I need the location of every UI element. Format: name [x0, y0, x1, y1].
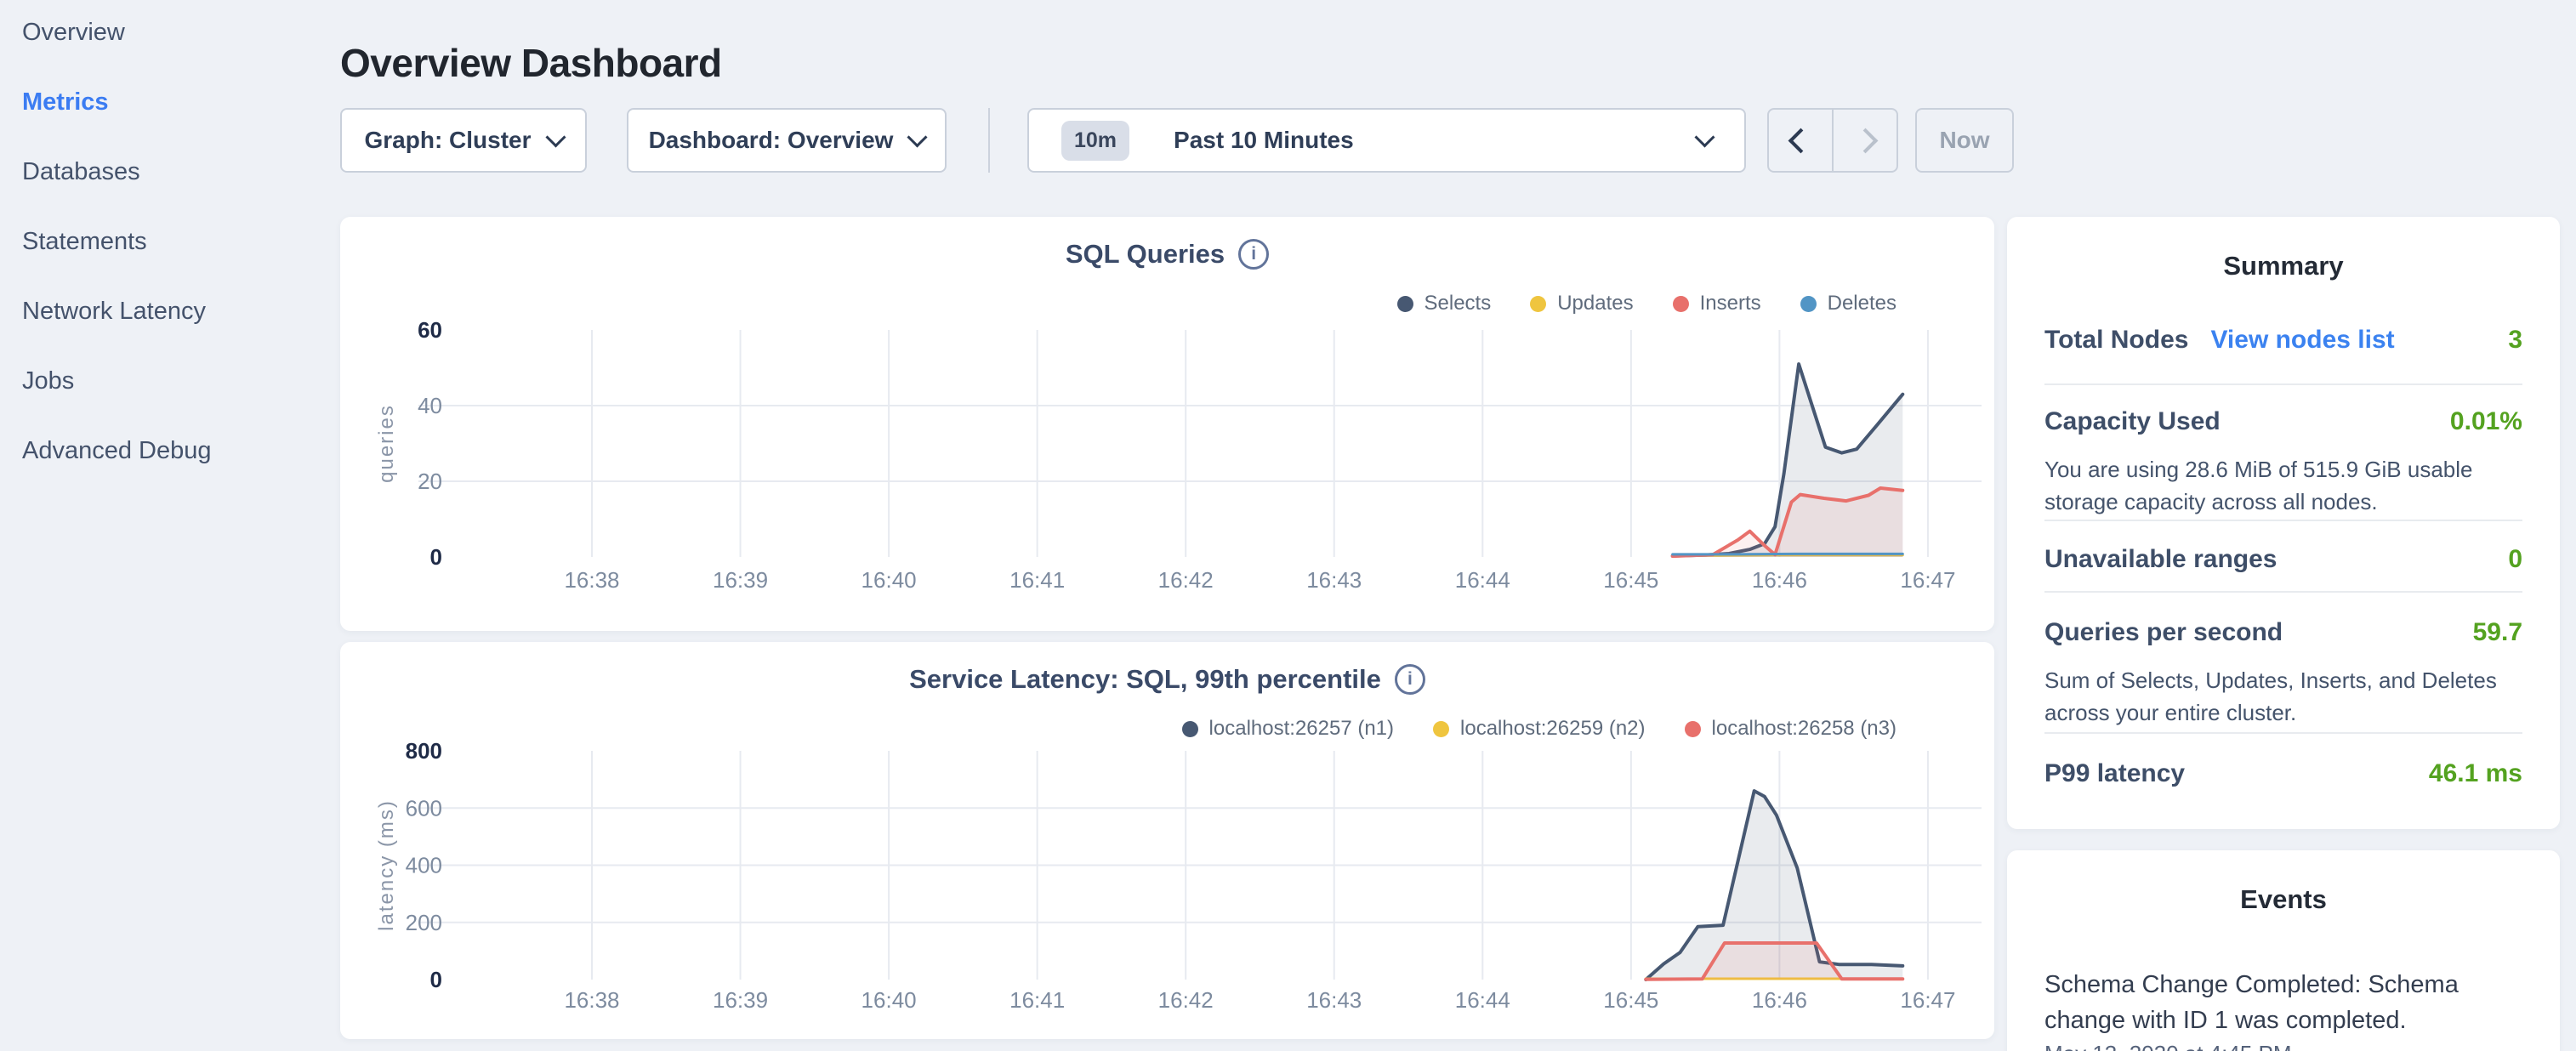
summary-row-value: 3 — [2508, 326, 2522, 355]
graph-scope-dropdown-label: Graph: Cluster — [364, 127, 531, 154]
dashboard-dropdown[interactable]: Dashboard: Overview — [627, 108, 947, 173]
svg-text:600: 600 — [406, 795, 442, 821]
svg-text:16:44: 16:44 — [1455, 987, 1510, 1013]
svg-text:200: 200 — [406, 910, 442, 935]
summary-row-total-nodes: Total Nodes View nodes list 3 — [2044, 326, 2522, 355]
svg-text:16:41: 16:41 — [1009, 567, 1065, 593]
events-panel: Events Schema Change Completed: Schema c… — [2007, 850, 2560, 1051]
sidebar-item-overview[interactable]: Overview — [22, 17, 340, 48]
dashboard-dropdown-label: Dashboard: Overview — [649, 127, 894, 154]
svg-text:queries: queries — [375, 404, 398, 483]
summary-row-description: You are using 28.6 MiB of 515.9 GiB usab… — [2044, 453, 2522, 518]
sql-queries-chart-card: SQL Queries i SelectsUpdatesInsertsDelet… — [340, 217, 1994, 631]
summary-row-queries-per-second: Queries per second 59.7 — [2044, 618, 2522, 647]
summary-row-capacity-used: Capacity Used 0.01% — [2044, 407, 2522, 436]
time-step-back-button[interactable] — [1769, 110, 1832, 171]
time-range-label: Past 10 Minutes — [1174, 127, 1680, 154]
row-divider — [2044, 732, 2522, 734]
summary-title: Summary — [2007, 251, 2560, 281]
service-latency-chart-card: Service Latency: SQL, 99th percentile i … — [340, 642, 1994, 1039]
graph-scope-dropdown[interactable]: Graph: Cluster — [340, 108, 587, 173]
row-divider — [2044, 520, 2522, 521]
summary-row-label: P99 latency — [2044, 759, 2185, 788]
event-timestamp: May 13, 2020 at 4:45 PM — [2044, 1041, 2522, 1051]
event-message[interactable]: Schema Change Completed: Schema change w… — [2044, 967, 2522, 1038]
sql-queries-plot[interactable]: 16:38 16:39 16:40 16:41 16:42 16:43 16:44 16:45… — [340, 217, 1994, 631]
service-latency-plot[interactable]: 16:38 16:39 16:40 16:41 16:42 16:43 16:44 16:45… — [340, 642, 1994, 1039]
summary-row-label: Capacity Used — [2044, 407, 2221, 436]
svg-text:16:43: 16:43 — [1306, 567, 1362, 593]
svg-text:0: 0 — [430, 544, 442, 570]
events-title: Events — [2007, 884, 2560, 915]
svg-text:16:41: 16:41 — [1009, 987, 1065, 1013]
summary-row-value: 59.7 — [2473, 618, 2522, 647]
svg-text:40: 40 — [418, 393, 442, 418]
summary-row-label: Queries per second — [2044, 618, 2283, 647]
svg-text:20: 20 — [418, 469, 442, 494]
summary-row-value: 46.1 ms — [2429, 759, 2522, 788]
svg-text:16:38: 16:38 — [564, 987, 619, 1013]
svg-text:800: 800 — [406, 738, 442, 764]
svg-text:16:40: 16:40 — [862, 987, 917, 1013]
summary-row-label: Unavailable ranges — [2044, 545, 2277, 574]
svg-text:16:42: 16:42 — [1158, 987, 1214, 1013]
sidebar-item-network-latency[interactable]: Network Latency — [22, 296, 340, 327]
svg-text:16:45: 16:45 — [1603, 567, 1658, 593]
sidebar: Overview Metrics Databases Statements Ne… — [0, 0, 340, 505]
svg-text:16:42: 16:42 — [1158, 567, 1214, 593]
sidebar-item-metrics[interactable]: Metrics — [22, 87, 340, 117]
svg-text:16:47: 16:47 — [1900, 987, 1955, 1013]
chevron-down-icon — [1694, 127, 1714, 147]
page-title: Overview Dashboard — [340, 40, 722, 86]
svg-text:16:40: 16:40 — [862, 567, 917, 593]
time-step-button-group — [1767, 108, 1898, 173]
svg-text:16:44: 16:44 — [1455, 567, 1510, 593]
svg-text:60: 60 — [418, 317, 442, 343]
time-range-dropdown[interactable]: 10m Past 10 Minutes — [1027, 108, 1746, 173]
svg-text:16:46: 16:46 — [1752, 567, 1807, 593]
toolbar-divider — [988, 108, 990, 173]
svg-text:latency (ms): latency (ms) — [375, 799, 398, 931]
sidebar-item-databases[interactable]: Databases — [22, 156, 340, 187]
summary-row-value: 0 — [2508, 545, 2522, 574]
svg-text:16:46: 16:46 — [1752, 987, 1807, 1013]
svg-text:400: 400 — [406, 853, 442, 878]
summary-row-description: Sum of Selects, Updates, Inserts, and De… — [2044, 664, 2522, 729]
now-button[interactable]: Now — [1915, 108, 2014, 173]
svg-text:16:47: 16:47 — [1900, 567, 1955, 593]
chevron-left-icon — [1788, 128, 1813, 153]
row-divider — [2044, 383, 2522, 385]
svg-text:16:43: 16:43 — [1306, 987, 1362, 1013]
sidebar-item-advanced-debug[interactable]: Advanced Debug — [22, 435, 340, 466]
svg-text:16:39: 16:39 — [713, 567, 768, 593]
svg-text:0: 0 — [430, 967, 442, 992]
summary-row-unavailable-ranges: Unavailable ranges 0 — [2044, 545, 2522, 574]
svg-text:16:38: 16:38 — [564, 567, 619, 593]
time-step-forward-button[interactable] — [1834, 110, 1896, 171]
sidebar-item-statements[interactable]: Statements — [22, 226, 340, 257]
summary-row-value: 0.01% — [2450, 407, 2522, 436]
chevron-down-icon — [907, 127, 928, 147]
row-divider — [2044, 591, 2522, 593]
chevron-down-icon — [545, 127, 566, 147]
view-nodes-list-link[interactable]: View nodes list — [2210, 326, 2394, 355]
svg-text:16:39: 16:39 — [713, 987, 768, 1013]
sidebar-item-jobs[interactable]: Jobs — [22, 366, 340, 396]
app-root: Overview Metrics Databases Statements Ne… — [0, 0, 2576, 1051]
summary-row-p99-latency: P99 latency 46.1 ms — [2044, 759, 2522, 788]
summary-row-label: Total Nodes — [2044, 326, 2188, 355]
chevron-right-icon — [1852, 128, 1878, 153]
time-range-badge: 10m — [1061, 121, 1129, 161]
svg-text:16:45: 16:45 — [1603, 987, 1658, 1013]
summary-panel: Summary Total Nodes View nodes list 3 Ca… — [2007, 217, 2560, 829]
